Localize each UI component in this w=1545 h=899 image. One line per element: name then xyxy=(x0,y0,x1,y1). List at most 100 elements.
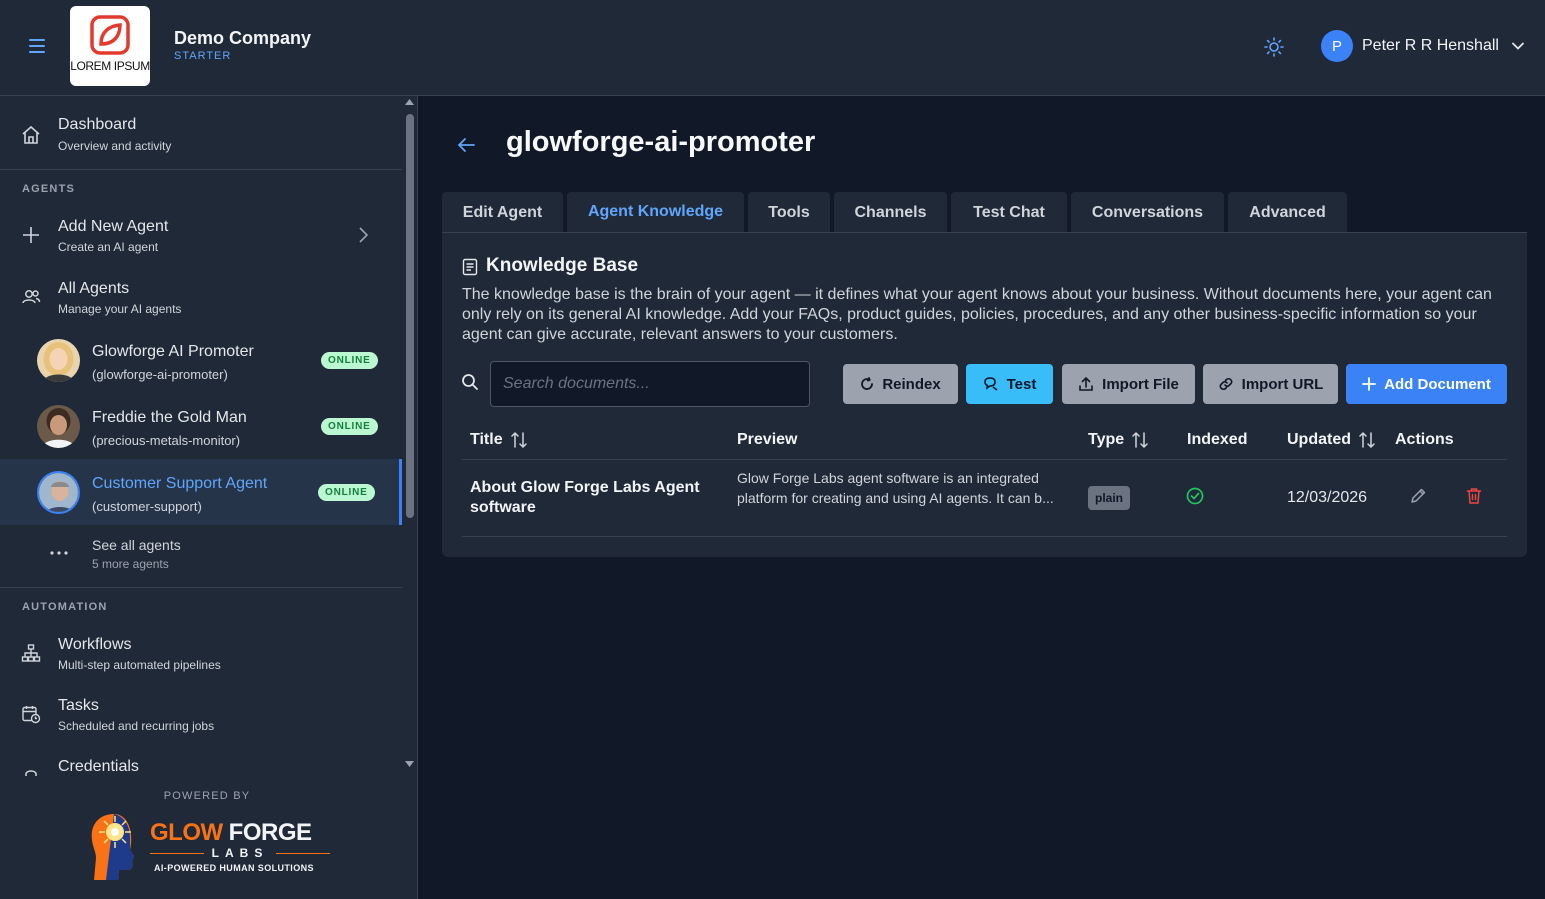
brand-glow: GLOW xyxy=(150,819,223,846)
tab-edit-agent[interactable]: Edit Agent xyxy=(442,192,563,234)
add-document-button-label: Add Document xyxy=(1384,375,1491,393)
knowledge-base-description: The knowledge base is the brain of your … xyxy=(462,286,1492,343)
chevron-right-icon xyxy=(359,227,369,243)
agent-name: Freddie the Gold Man xyxy=(92,409,247,426)
company-logo[interactable]: LOREM IPSUM xyxy=(70,6,150,86)
tab-tools[interactable]: Tools xyxy=(748,192,830,234)
users-icon xyxy=(22,290,41,304)
sidebar-item-tasks[interactable]: Tasks Scheduled and recurring jobs xyxy=(0,693,402,737)
more-dots-icon xyxy=(50,551,68,555)
scroll-up-icon[interactable] xyxy=(405,99,414,105)
agent-item-freddie[interactable]: Freddie the Gold Man (precious-metals-mo… xyxy=(0,393,402,459)
agent-slug: (customer-support) xyxy=(92,499,202,514)
sidebar-item-add-agent[interactable]: Add New Agent Create an AI agent xyxy=(0,214,402,258)
test-button[interactable]: Test xyxy=(966,364,1053,404)
sidebar-item-all-agents[interactable]: All Agents Manage your AI agents xyxy=(0,276,402,320)
reindex-button-label: Reindex xyxy=(882,375,941,393)
agent-item-customer-support[interactable]: Customer Support Agent (customer-support… xyxy=(0,459,402,525)
sidebar-item-label: Tasks xyxy=(58,697,99,714)
user-name: Peter R R Henshall xyxy=(1362,37,1499,54)
logo-text: LOREM IPSUM xyxy=(70,59,150,73)
agent-avatar xyxy=(37,339,80,382)
sidebar-item-label: Dashboard xyxy=(58,116,137,133)
scroll-thumb[interactable] xyxy=(406,114,414,518)
status-badge: ONLINE xyxy=(321,352,378,369)
page-title: glowforge-ai-promoter xyxy=(506,126,816,158)
sidebar-nav: Dashboard Overview and activity AGENTS A… xyxy=(0,96,402,776)
table-header-divider xyxy=(462,459,1507,460)
add-document-button[interactable]: Add Document xyxy=(1346,364,1507,404)
lock-icon xyxy=(25,770,37,776)
top-bar: LOREM IPSUM Demo Company STARTER P Peter… xyxy=(0,0,1545,96)
refresh-icon xyxy=(861,377,874,390)
status-badge: ONLINE xyxy=(321,418,378,435)
sidebar-item-label: Credentials xyxy=(58,758,139,775)
search-documents-input[interactable] xyxy=(490,361,810,407)
section-label-automation: AUTOMATION xyxy=(22,601,108,613)
brand-labs: LABS xyxy=(211,846,269,860)
table-row-divider xyxy=(462,536,1507,537)
brand-tagline: AI-POWERED HUMAN SOLUTIONS xyxy=(154,863,314,873)
sidebar-item-workflows[interactable]: Workflows Multi-step automated pipelines xyxy=(0,632,402,676)
user-avatar: P xyxy=(1321,30,1353,62)
sort-icon xyxy=(510,431,527,449)
hamburger-menu-icon[interactable] xyxy=(26,36,50,56)
document-preview: Glow Forge Labs agent software is an int… xyxy=(737,470,1054,506)
sidebar-item-label: See all agents xyxy=(92,537,181,553)
knowledge-base-panel: Knowledge Base The knowledge base is the… xyxy=(442,233,1527,557)
user-menu-button[interactable]: P Peter R R Henshall xyxy=(1321,30,1525,62)
document-title: About Glow Forge Labs Agent software xyxy=(470,479,700,516)
agent-name: Customer Support Agent xyxy=(92,475,268,492)
agent-name: Glowforge AI Promoter xyxy=(92,343,254,360)
plus-icon xyxy=(1362,377,1377,391)
import-file-button-label: Import File xyxy=(1102,375,1179,393)
sidebar-scrollbar[interactable] xyxy=(403,96,416,776)
sidebar-item-dashboard[interactable]: Dashboard Overview and activity xyxy=(0,112,402,160)
sidebar: Dashboard Overview and activity AGENTS A… xyxy=(0,96,418,899)
divider xyxy=(0,587,402,588)
tab-channels[interactable]: Channels xyxy=(834,192,947,234)
workflow-icon xyxy=(21,644,41,662)
sidebar-item-credentials[interactable]: Credentials xyxy=(0,754,402,776)
agent-slug: (precious-metals-monitor) xyxy=(92,433,241,448)
tab-agent-knowledge[interactable]: Agent Knowledge xyxy=(567,192,744,234)
agent-avatar xyxy=(37,471,80,514)
column-header-title[interactable]: Title xyxy=(470,431,527,449)
import-file-button[interactable]: Import File xyxy=(1062,364,1195,404)
trash-icon[interactable] xyxy=(1466,487,1482,505)
tab-conversations[interactable]: Conversations xyxy=(1071,192,1224,234)
back-arrow-icon[interactable] xyxy=(454,132,480,158)
sidebar-item-label: Add New Agent xyxy=(58,218,169,235)
sort-icon xyxy=(1132,431,1148,449)
agent-avatar xyxy=(37,405,80,448)
sidebar-item-sublabel: 5 more agents xyxy=(92,557,169,571)
glowforge-labs-logo[interactable]: GLOW FORGE LABS AI-POWERED HUMAN SOLUTION… xyxy=(84,808,344,888)
scroll-down-icon[interactable] xyxy=(405,761,414,767)
sidebar-item-sublabel: Overview and activity xyxy=(58,139,172,153)
knowledge-base-title: Knowledge Base xyxy=(486,255,639,276)
company-name: Demo Company xyxy=(174,28,312,48)
sidebar-item-sublabel: Scheduled and recurring jobs xyxy=(58,719,215,733)
calendar-clock-icon xyxy=(22,706,41,724)
column-header-type[interactable]: Type xyxy=(1088,431,1148,449)
sidebar-item-sublabel: Manage your AI agents xyxy=(58,302,182,316)
sun-icon[interactable] xyxy=(1262,35,1286,59)
column-header-updated[interactable]: Updated xyxy=(1287,431,1375,449)
plan-label: STARTER xyxy=(174,50,232,62)
document-icon xyxy=(462,258,478,276)
reindex-button[interactable]: Reindex xyxy=(843,364,958,404)
test-button-label: Test xyxy=(1006,375,1037,393)
tab-test-chat[interactable]: Test Chat xyxy=(951,192,1067,234)
agent-slug: (glowforge-ai-promoter) xyxy=(92,367,228,382)
search-chat-icon xyxy=(983,377,998,391)
divider xyxy=(0,169,402,170)
upload-icon xyxy=(1079,376,1093,391)
edit-pencil-icon[interactable] xyxy=(1409,487,1427,505)
agent-item-glowforge[interactable]: Glowforge AI Promoter (glowforge-ai-prom… xyxy=(0,327,402,393)
search-icon xyxy=(462,374,478,390)
leaf-logo-icon xyxy=(90,15,130,55)
tab-advanced[interactable]: Advanced xyxy=(1228,192,1347,234)
home-icon xyxy=(22,125,40,144)
import-url-button[interactable]: Import URL xyxy=(1203,364,1338,404)
sidebar-item-see-all-agents[interactable]: See all agents 5 more agents xyxy=(0,536,402,576)
